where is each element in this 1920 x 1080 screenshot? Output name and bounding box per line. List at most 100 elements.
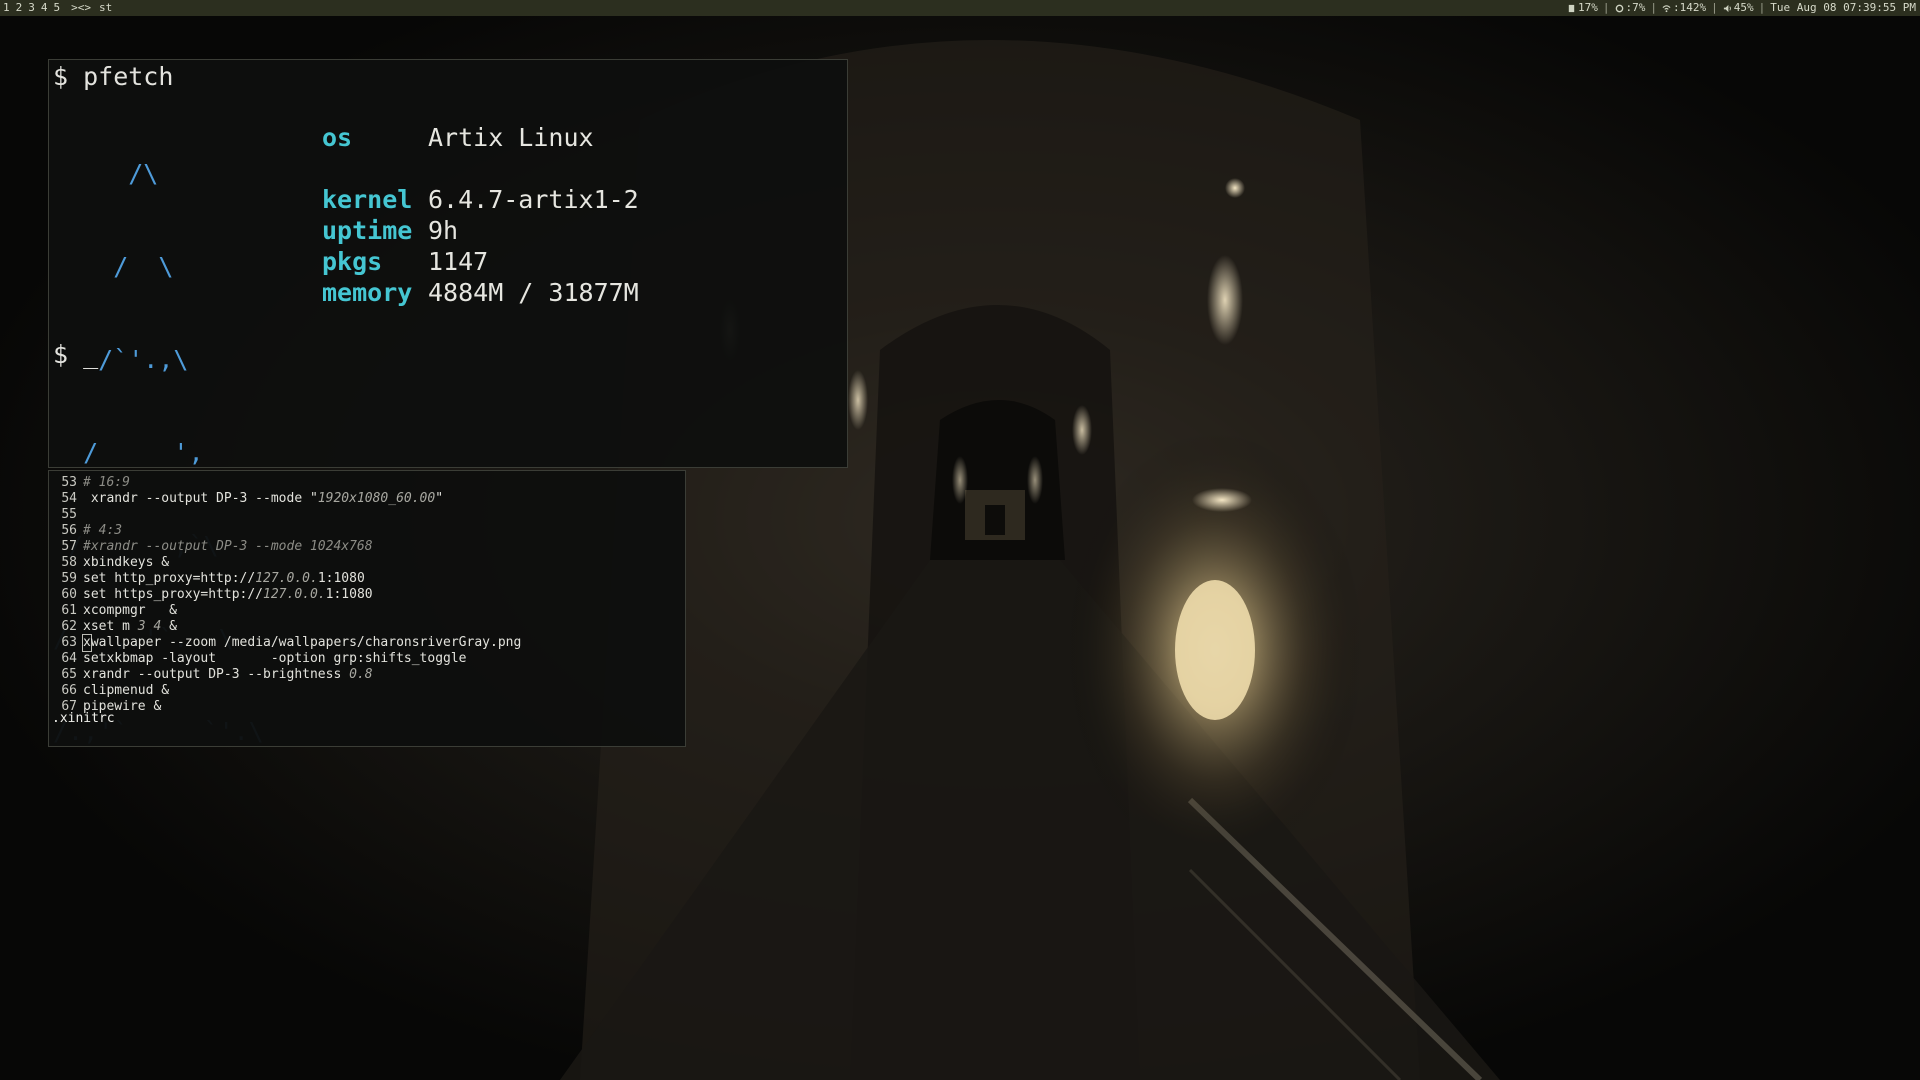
- code-line[interactable]: 60 set https_proxy=http://127.0.0.1:1080: [51, 587, 521, 603]
- code-text: xbindkeys &: [83, 555, 170, 570]
- text-cursor: x: [82, 634, 92, 652]
- line-text: # 4:3: [83, 523, 122, 539]
- code-line[interactable]: 63 xwallpaper --zoom /media/wallpapers/ch…: [51, 634, 522, 652]
- info-key: kernel: [322, 185, 413, 214]
- wifi-strength: :142%: [1673, 1, 1707, 14]
- line-number: 56: [61, 523, 77, 538]
- line-number: 57: [61, 539, 77, 554]
- line-text: set http_proxy=http://127.0.0.1:1080: [83, 571, 365, 587]
- info-value: 9h: [428, 216, 459, 245]
- line-number: 63: [61, 635, 77, 650]
- workspace-tag-4[interactable]: 4: [38, 0, 51, 16]
- line-number: 65: [61, 667, 77, 682]
- system-status: 17% | :7% | :142% | 45% | Tue Aug 08 07:…: [1567, 0, 1920, 16]
- code-line[interactable]: 55: [51, 507, 521, 523]
- status-separator: |: [1650, 1, 1658, 14]
- volume-icon: [1723, 4, 1731, 12]
- line-number: 54: [61, 491, 77, 506]
- workspace-tag-5[interactable]: 5: [51, 0, 64, 16]
- topbar-left: 1 2 3 4 5 ><> st: [0, 0, 116, 16]
- code-line[interactable]: 58 xbindkeys &: [51, 555, 521, 571]
- line-text: xrandr --output DP-3 --mode "1920x1080_6…: [83, 491, 443, 507]
- code-text: 127.0.0.: [255, 571, 318, 586]
- info-key: [322, 153, 428, 184]
- info-key: os: [322, 123, 353, 152]
- cpu-status: :7%: [1615, 0, 1646, 16]
- clock: Tue Aug 08 07:39:55 PM: [1770, 1, 1916, 14]
- line-text: xset m 3 4 &: [83, 619, 177, 635]
- code-line[interactable]: 66 clipmenud &: [51, 683, 521, 699]
- line-number: 53: [61, 475, 77, 490]
- info-value: Artix Linux: [428, 123, 594, 152]
- info-row-os: os Artix Linux: [322, 122, 639, 153]
- line-text: clipmenud &: [83, 683, 169, 699]
- code-text: xcompmgr &: [83, 603, 177, 618]
- comment-text: # 4:3: [83, 523, 123, 538]
- code-line[interactable]: 53 # 16:9: [51, 475, 521, 491]
- disk-usage: 17%: [1578, 1, 1598, 14]
- code-line[interactable]: 62 xset m 3 4 &: [51, 619, 521, 635]
- terminal-editor[interactable]: 53 # 16:9 54 xrandr --output DP-3 --mode "…: [48, 470, 686, 747]
- info-key: uptime: [322, 216, 413, 245]
- line-number: 61: [61, 603, 77, 618]
- line-text: #xrandr --output DP-3 --mode 1024x768: [83, 539, 373, 555]
- volume-status: 45%: [1723, 0, 1754, 16]
- workspace-tag-3[interactable]: 3: [25, 0, 38, 16]
- code-line[interactable]: 59 set http_proxy=http://127.0.0.1:1080: [51, 571, 521, 587]
- code-text: wallpaper --zoom /media/wallpapers/charo…: [90, 635, 522, 650]
- line-text: set https_proxy=http://127.0.0.1:1080: [83, 587, 373, 603]
- code-text: &: [161, 619, 177, 634]
- line-text: xwallpaper --zoom /media/wallpapers/char…: [82, 634, 522, 652]
- wifi-icon: [1662, 4, 1671, 12]
- code-view[interactable]: 53 # 16:9 54 xrandr --output DP-3 --mode "…: [51, 475, 521, 715]
- line-number: 66: [61, 683, 77, 698]
- code-line[interactable]: 67 pipewire &: [51, 699, 521, 715]
- line-text: setxkbmap -layout -option grp:shifts_tog…: [83, 651, 467, 667]
- code-text: 127.0.0.: [263, 587, 326, 602]
- code-text: xset m: [83, 619, 138, 634]
- code-text: xrandr --output DP-3 --brightness: [83, 667, 350, 682]
- code-text: setxkbmap -layout -option grp:shifts_tog…: [83, 651, 467, 666]
- info-row-pkgs: pkgs 1147: [322, 246, 639, 277]
- status-separator: |: [1602, 1, 1610, 14]
- code-line[interactable]: 65 xrandr --output DP-3 --brightness 0.8: [51, 667, 521, 683]
- disk-icon: [1568, 4, 1575, 12]
- system-info: os Artix Linux kernel 6.4.7-artix1-2 upt…: [322, 122, 639, 308]
- code-line[interactable]: 57 #xrandr --output DP-3 --mode 1024x768: [51, 539, 521, 555]
- code-line[interactable]: 61 xcompmgr &: [51, 603, 521, 619]
- code-text: set http_proxy=http://: [83, 571, 256, 586]
- logo-line: / ',: [53, 438, 204, 467]
- code-text: xrandr --output DP-3 --mode ": [83, 491, 318, 506]
- line-number: 58: [61, 555, 77, 570]
- code-text: 1:1080: [317, 571, 365, 586]
- line-text: xbindkeys &: [83, 555, 169, 571]
- disk-status: 17%: [1567, 0, 1598, 16]
- line-text: # 16:9: [83, 475, 130, 491]
- info-row-blank: [322, 153, 639, 184]
- layout-indicator[interactable]: ><>: [63, 0, 95, 16]
- code-line[interactable]: 54 xrandr --output DP-3 --mode "1920x108…: [51, 491, 521, 507]
- logo-line: /\: [53, 159, 159, 188]
- terminal-pfetch[interactable]: $ pfetch /\ / \ /`'.,\ / ', / ,`\ / ,.'`…: [48, 59, 848, 746]
- command-line: $ pfetch: [53, 62, 174, 91]
- workspace-tag-2[interactable]: 2: [13, 0, 26, 16]
- info-row-memory: memory 4884M / 31877M: [322, 277, 639, 308]
- code-text: 1:1080: [325, 587, 373, 602]
- cpu-usage: :7%: [1625, 1, 1646, 14]
- volume-level: 45%: [1733, 1, 1754, 14]
- comment-text: # 16:9: [83, 475, 130, 490]
- code-line[interactable]: 56 # 4:3: [51, 523, 521, 539]
- info-value: 6.4.7-artix1-2: [428, 185, 639, 214]
- code-line[interactable]: 64 setxkbmap -layout -option grp:shifts_t…: [51, 651, 521, 667]
- workspace-tag-1[interactable]: 1: [0, 0, 13, 16]
- info-value: 4884M / 31877M: [428, 278, 639, 307]
- cpu-icon: [1615, 4, 1623, 12]
- info-row-uptime: uptime 9h: [322, 215, 639, 246]
- code-text: 1920x1080_60.00: [317, 491, 436, 506]
- line-number: 60: [61, 587, 77, 602]
- code-text: set https_proxy=http://: [83, 587, 264, 602]
- info-value: 1147: [428, 247, 489, 276]
- shell-prompt[interactable]: $ _: [53, 339, 98, 370]
- wifi-status: :142%: [1662, 0, 1706, 16]
- line-text: xrandr --output DP-3 --brightness 0.8: [83, 667, 373, 683]
